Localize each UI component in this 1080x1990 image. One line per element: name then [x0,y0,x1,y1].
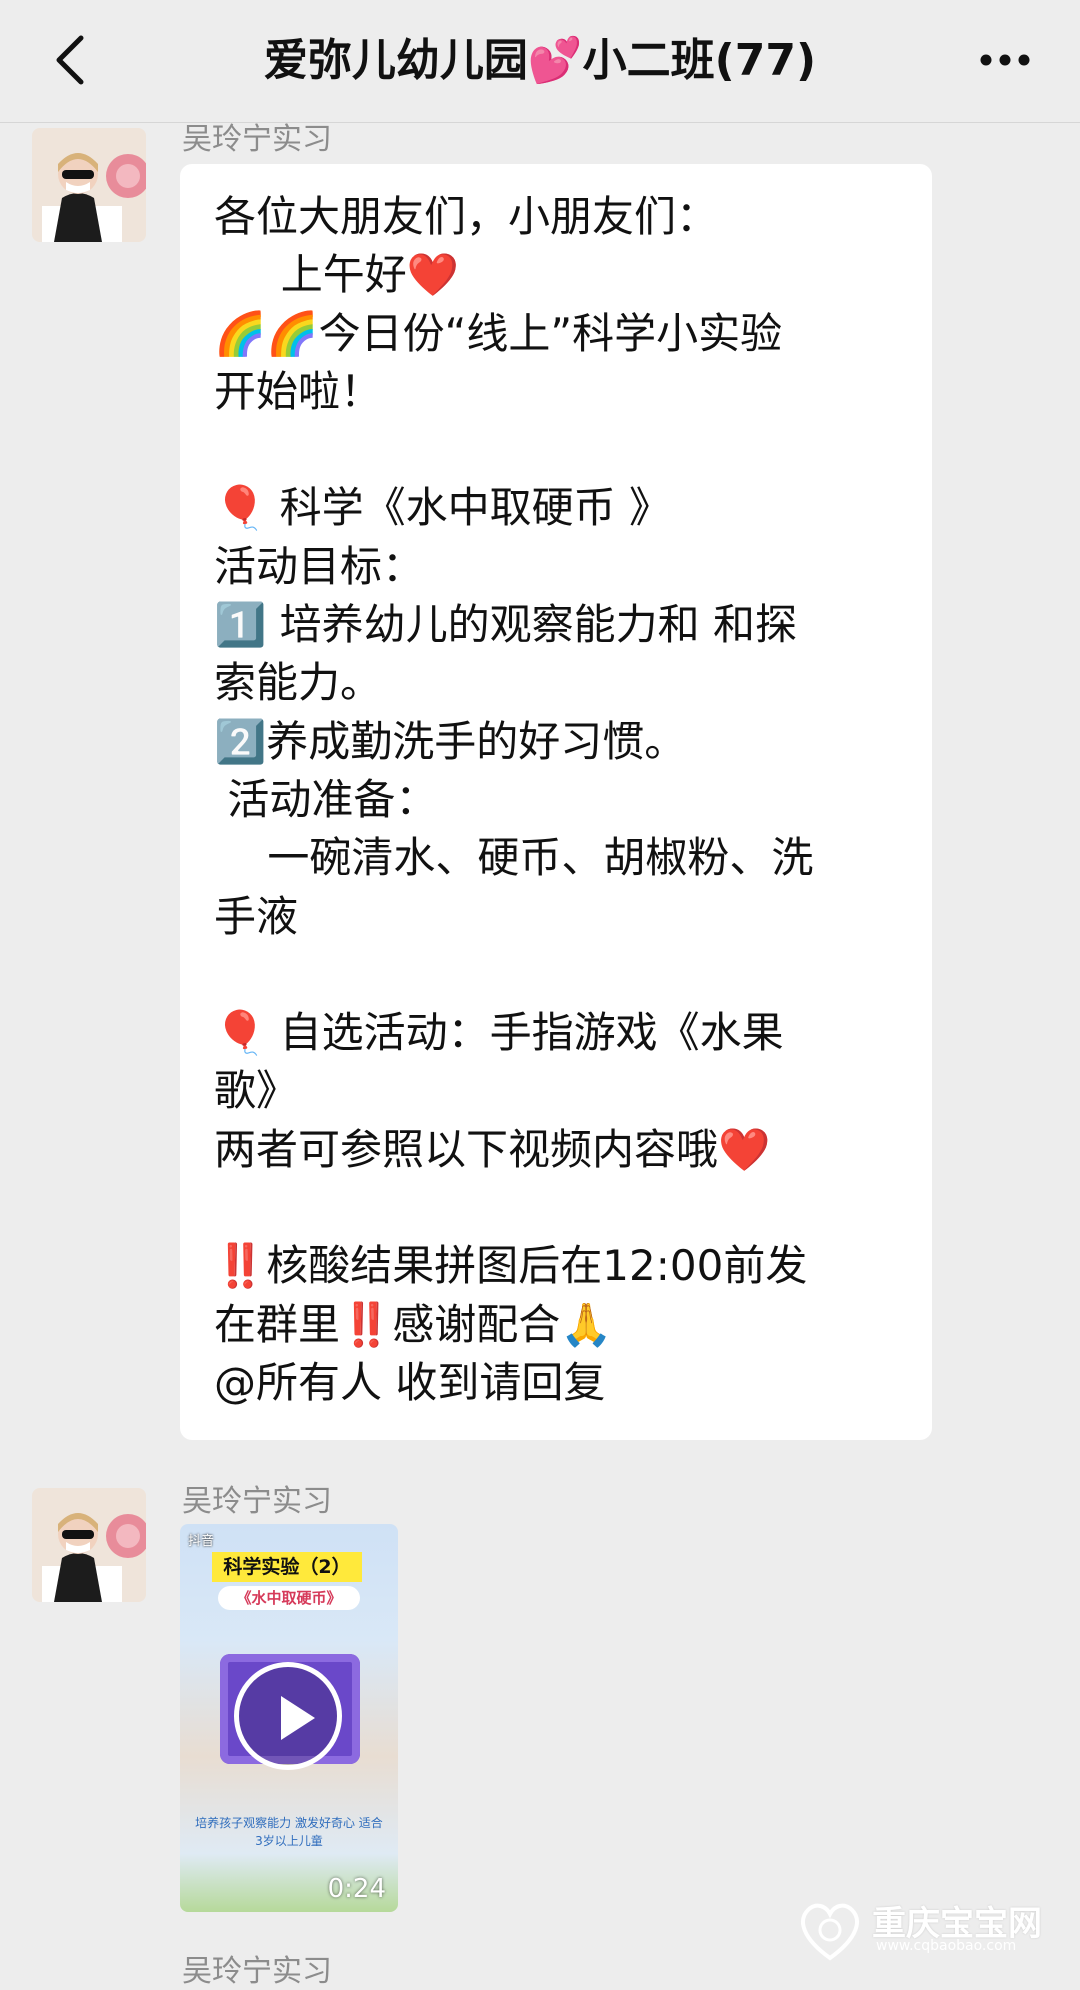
site-watermark: 重庆宝宝网 www.cqbaobao.com [792,1890,1052,1970]
message-line: 两者可参照以下视频内容哦❤️ [214,1124,771,1174]
message-line: @所有人 收到请回复 [214,1357,606,1407]
message-line: 在群里‼️感谢配合🙏 [214,1299,613,1349]
message-line: 活动目标： [214,541,425,591]
heart-logo-icon [801,1903,859,1961]
message-line: 索能力。 [214,658,383,708]
sender-name: 吴玲宁实习 [182,1954,332,1989]
message-line: 一碗清水、硬币、胡椒粉、洗 [214,833,814,883]
sender-avatar[interactable] [32,1488,146,1602]
more-dots-icon [980,54,1030,66]
video-subtitle: 《水中取硬币》 [218,1586,360,1610]
video-caption: 科学实验（2） [212,1552,362,1582]
chat-title: 爱弥儿幼儿园💕小二班(77) [263,35,817,86]
message-line: 各位大朋友们，小朋友们： [214,192,719,241]
more-button[interactable] [970,30,1040,90]
video-tagline: 培养孩子观察能力 激发好奇心 适合3岁以上儿童 [195,1816,383,1848]
message-line: 活动准备： [214,774,438,824]
message-line [214,421,900,479]
message-line: 1️⃣ 培养幼儿的观察能力和 和探 [214,600,797,650]
message-line: 手液 [214,891,299,941]
douyin-logo: 抖音 [188,1534,215,1549]
chat-header: 爱弥儿幼儿园💕小二班(77) [0,0,1080,123]
avatar-photo [32,128,146,242]
back-button[interactable] [40,30,100,90]
video-duration: 0:24 [327,1874,386,1904]
message-line: 开始啦！ [214,366,383,416]
chevron-left-icon [56,35,84,85]
message-line [214,946,900,1004]
message-line: 2️⃣养成勤洗手的好习惯。 [214,716,687,766]
play-icon[interactable] [234,1662,342,1770]
avatar-photo [32,1488,146,1602]
message-line: ‼️核酸结果拼图后在12:00前发 [214,1241,808,1291]
message-line: 🎈 自选活动：手指游戏《水果 [214,1008,784,1058]
message-line [214,1179,900,1237]
message-line: 上午好❤️ [214,250,460,300]
message-line: 🌈🌈今日份“线上”科学小实验 [214,308,783,358]
sender-avatar[interactable] [32,128,146,242]
message-line: 歌》 [214,1066,299,1116]
sender-name: 吴玲宁实习 [182,1484,332,1519]
video-message[interactable]: 抖音 科学实验（2） 《水中取硬币》 培养孩子观察能力 激发好奇心 适合3岁以上… [180,1524,398,1912]
sender-name: 吴玲宁实习 [182,122,332,157]
message-bubble[interactable]: 各位大朋友们，小朋友们： 上午好❤️ 🌈🌈今日份“线上”科学小实验 开始啦！ 🎈… [180,164,932,1440]
message-line: 🎈 科学《水中取硬币 》 [214,483,671,533]
watermark-url: www.cqbaobao.com [876,1938,1017,1954]
